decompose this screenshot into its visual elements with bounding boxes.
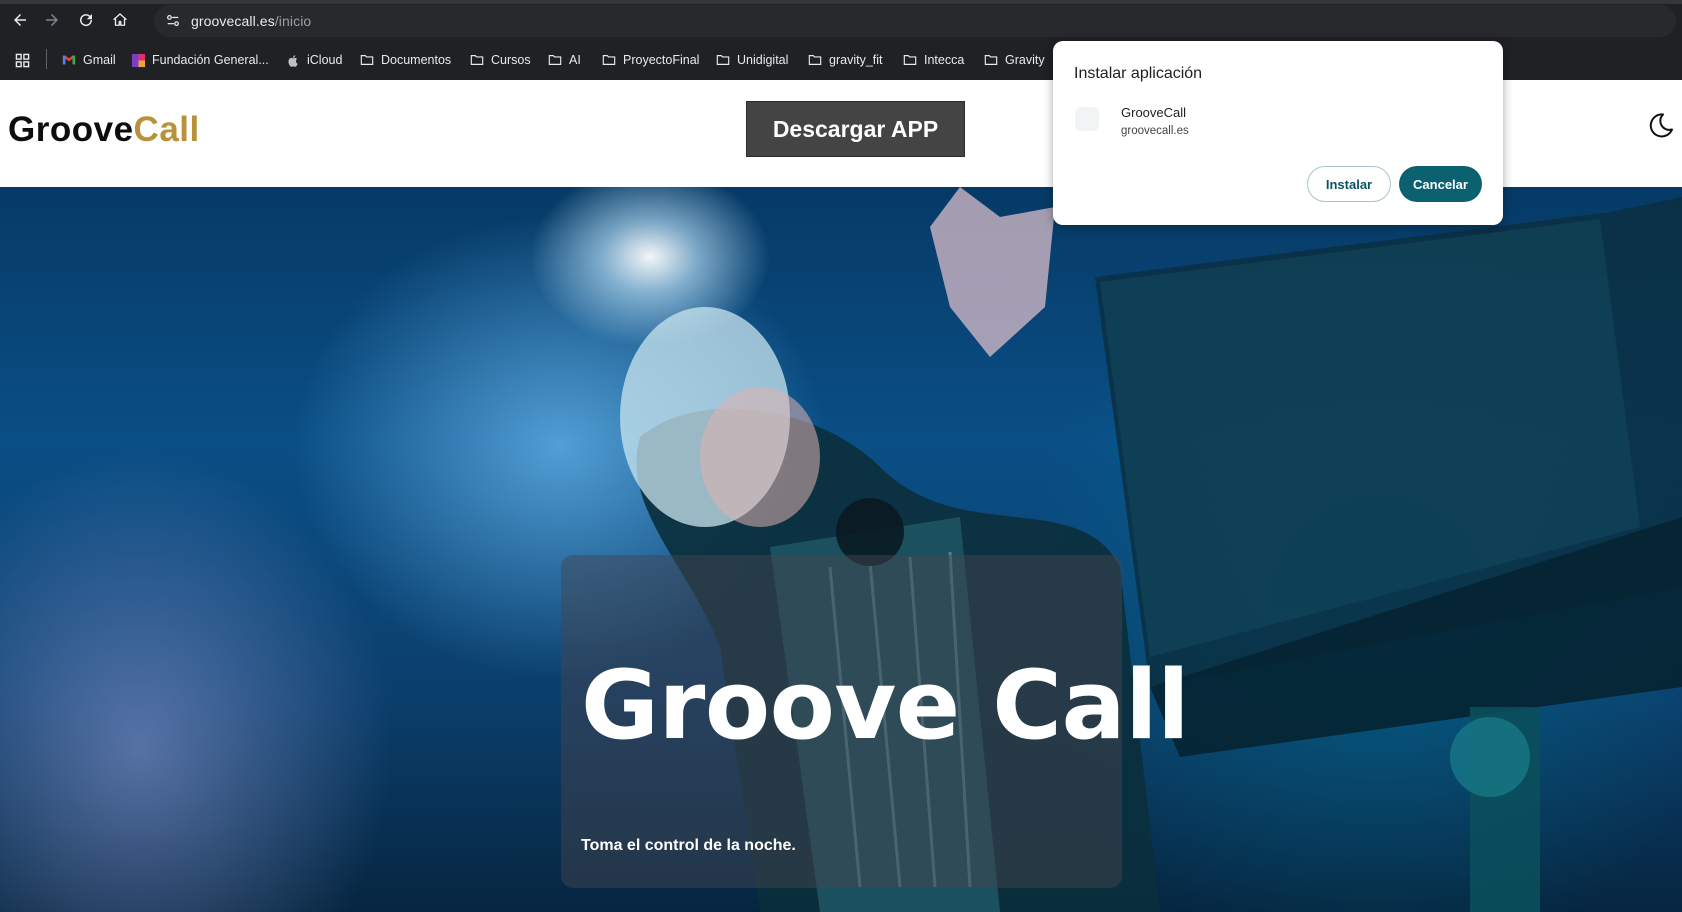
hero-section: Groove Call Toma el control de la noche. (0, 187, 1682, 912)
site-icon (130, 52, 146, 68)
url-text[interactable]: groovecall.es/inicio (191, 13, 311, 29)
folder-icon (902, 52, 918, 68)
bookmark-label: iCloud (307, 53, 343, 67)
apple-icon (285, 52, 301, 68)
back-button[interactable] (8, 8, 32, 32)
folder-icon (547, 52, 563, 68)
bookmark-gmail[interactable]: Gmail (61, 50, 116, 70)
bookmark-label: AI (569, 53, 581, 67)
bookmark-label: Gmail (83, 53, 116, 67)
bookmarks-divider (46, 49, 47, 69)
download-app-button[interactable]: Descargar APP (746, 101, 965, 157)
arrow-left-icon (14, 14, 26, 26)
hero-card: Groove Call Toma el control de la noche. (561, 555, 1190, 888)
dialog-title: Instalar aplicación (1074, 65, 1203, 82)
bookmark-gravity[interactable]: Gravity (983, 50, 1045, 70)
moon-icon (1649, 113, 1673, 138)
bookmark-icloud[interactable]: iCloud (285, 50, 342, 70)
install-button[interactable]: Instalar (1307, 166, 1391, 202)
bookmark-label: Fundación General... (152, 53, 269, 67)
bookmark-label: Intecca (924, 53, 965, 67)
bookmark-proyectofinal[interactable]: ProyectoFinal (601, 50, 699, 70)
bookmark-gravity-fit[interactable]: gravity_fit (807, 50, 883, 70)
folder-icon (359, 52, 375, 68)
folder-icon (715, 52, 731, 68)
site-info-icon[interactable] (164, 12, 182, 30)
bookmark-label: Cursos (491, 53, 531, 67)
reload-button[interactable] (74, 8, 98, 32)
apps-grid-icon (14, 52, 30, 68)
site-logo[interactable]: GrooveCall (8, 110, 200, 150)
folder-icon (469, 52, 485, 68)
apps-button[interactable] (14, 50, 36, 70)
folder-icon (983, 52, 999, 68)
forward-button[interactable] (40, 8, 64, 32)
address-bar[interactable]: groovecall.es/inicio (154, 5, 1676, 37)
cancel-button[interactable]: Cancelar (1399, 166, 1482, 202)
home-icon (113, 13, 127, 26)
url-path: /inicio (274, 13, 312, 29)
bookmark-unidigital[interactable]: Unidigital (715, 50, 788, 70)
bookmark-cursos[interactable]: Cursos (469, 50, 531, 70)
tab-strip-edge (0, 0, 1682, 4)
gmail-icon (61, 52, 77, 68)
app-url: groovecall.es (1121, 125, 1189, 137)
install-app-dialog: Instalar aplicación GrooveCall groovecal… (1053, 41, 1503, 225)
folder-icon (807, 52, 823, 68)
app-name: GrooveCall (1121, 105, 1187, 120)
bookmark-label: gravity_fit (829, 53, 883, 67)
home-button[interactable] (108, 8, 132, 32)
url-host: groovecall.es (191, 13, 275, 29)
arrow-right-icon (46, 14, 58, 26)
bookmark-label: Gravity (1005, 53, 1045, 67)
browser-toolbar: groovecall.es/inicio (0, 0, 1682, 40)
app-icon (1075, 107, 1099, 131)
bookmark-documentos[interactable]: Documentos (359, 50, 451, 70)
bookmark-intecca[interactable]: Intecca (902, 50, 964, 70)
dark-mode-toggle[interactable] (1646, 110, 1676, 140)
bookmark-ai[interactable]: AI (547, 50, 581, 70)
bookmark-label: Unidigital (737, 53, 789, 67)
bookmark-label: Documentos (381, 53, 452, 67)
bookmark-label: ProyectoFinal (623, 53, 700, 67)
hero-subtitle: Toma el control de la noche. (581, 837, 796, 854)
reload-icon (80, 14, 93, 27)
hero-title: Groove Call (581, 651, 1190, 761)
logo-groove: Groove (8, 110, 134, 149)
bookmark-fundacion[interactable]: Fundación General... (130, 50, 269, 70)
folder-icon (601, 52, 617, 68)
logo-call: Call (133, 110, 200, 149)
